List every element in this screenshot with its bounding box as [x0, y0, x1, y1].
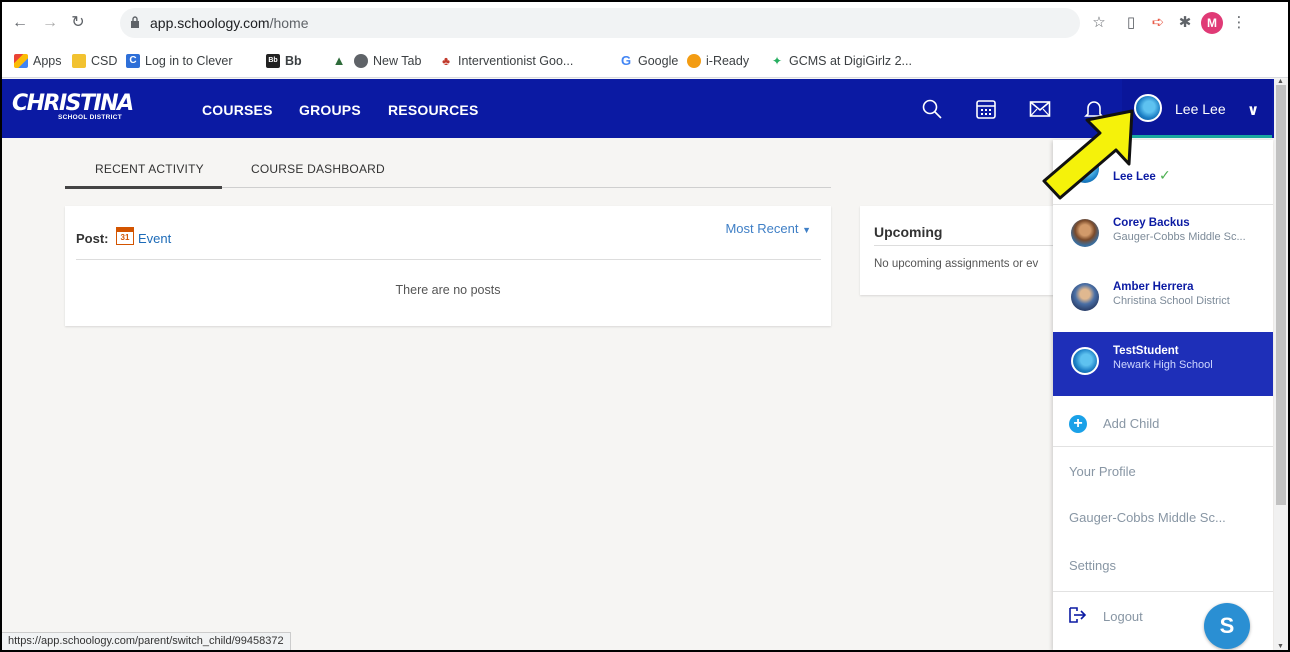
add-circle-icon: + [1069, 415, 1087, 433]
sort-label: Most Recent [725, 221, 799, 236]
interventionist-icon: ♣ [442, 54, 450, 68]
tab-recent-activity[interactable]: RECENT ACTIVITY [95, 162, 204, 176]
school-link[interactable]: Gauger-Cobbs Middle Sc... [1069, 510, 1226, 525]
address-bar[interactable]: app.schoology.com/home [120, 8, 1080, 38]
avatar [1071, 347, 1099, 375]
lock-icon [131, 16, 139, 28]
chevron-down-icon: ∨ [1247, 102, 1260, 119]
reload-icon[interactable]: ↻ [68, 13, 88, 33]
avatar [1071, 219, 1099, 247]
avatar [1071, 283, 1099, 311]
tab-active-underline [65, 186, 222, 189]
user-menu-toggle[interactable]: Lee Lee ∨ [1122, 79, 1272, 138]
menu-kebab-icon[interactable]: ⋮ [1228, 12, 1250, 34]
district-logo[interactable]: CHRISTINA SCHOOL DISTRICT [12, 93, 152, 127]
browser-toolbar: ← → ↻ app.schoology.com/home ☆ ▯ ➪ ✱ M ⋮ [2, 2, 1288, 44]
extension-shield-icon[interactable]: ▯ [1120, 12, 1142, 34]
browser-window: ← → ↻ app.schoology.com/home ☆ ▯ ➪ ✱ M ⋮… [2, 2, 1288, 650]
bookmark-google[interactable]: G Google [619, 53, 678, 69]
folder-icon [72, 54, 86, 68]
bookmark-apps[interactable]: Apps [14, 53, 62, 69]
bookmark-interventionist[interactable]: ♣ Interventionist Goo... [439, 53, 573, 69]
google-icon: G [620, 53, 632, 68]
bookmark-csd[interactable]: CSD [72, 53, 117, 69]
bookmark-new-tab[interactable]: New Tab [354, 53, 421, 69]
url-text: app.schoology.com/home [150, 15, 309, 31]
switch-user-amber-herrera[interactable]: Amber Herrera Christina School District [1053, 268, 1273, 332]
nav-resources[interactable]: RESOURCES [388, 102, 478, 118]
switch-user-teststudent[interactable]: TestStudent Newark High School [1053, 332, 1273, 396]
scroll-up-icon[interactable]: ▲ [1277, 78, 1284, 85]
bookmark-tree[interactable]: ▲ [332, 53, 346, 69]
settings-link[interactable]: Settings [1069, 558, 1116, 573]
nav-courses[interactable]: COURSES [202, 102, 273, 118]
bookmarks-bar: Apps CSD C Log in to Clever Bb Bb ▲ New Ta… [2, 44, 1288, 78]
calendar-icon[interactable] [974, 97, 998, 121]
divider [874, 245, 1056, 246]
user-avatar [1134, 94, 1162, 122]
link-status-bar: https://app.schoology.com/parent/switch_… [2, 632, 291, 650]
back-arrow-icon[interactable]: ← [10, 13, 30, 33]
page-scrollbar[interactable]: ▲ ▼ [1274, 78, 1288, 650]
globe-icon [354, 54, 368, 68]
divider [76, 259, 821, 260]
clever-icon: C [126, 54, 140, 68]
event-link[interactable]: Event [138, 231, 171, 246]
extension-arrow-icon[interactable]: ➪ [1147, 12, 1169, 34]
caret-down-icon: ▼ [802, 225, 811, 235]
search-icon[interactable] [920, 97, 944, 121]
activity-tabs: RECENT ACTIVITY COURSE DASHBOARD [65, 162, 831, 189]
divider [1053, 591, 1273, 592]
profile-avatar[interactable]: M [1201, 12, 1223, 34]
your-profile-link[interactable]: Your Profile [1069, 464, 1136, 479]
forward-arrow-icon[interactable]: → [40, 13, 60, 33]
bookmark-digigirlz[interactable]: ✦ GCMS at DigiGirlz 2... [770, 53, 912, 69]
divider [1053, 446, 1273, 447]
switch-user-corey-backus[interactable]: Corey Backus Gauger-Cobbs Middle Sc... [1053, 204, 1273, 268]
nav-groups[interactable]: GROUPS [299, 102, 361, 118]
post-label: Post: [76, 231, 109, 246]
logout-icon [1069, 607, 1087, 623]
blackboard-icon: Bb [266, 54, 280, 68]
scroll-down-icon[interactable]: ▼ [1277, 643, 1284, 650]
digigirlz-icon: ✦ [771, 54, 783, 68]
apps-grid-icon [14, 54, 28, 68]
user-switcher-dropdown: Lee Lee ✓ Corey Backus Gauger-Cobbs Midd… [1053, 140, 1273, 650]
sort-dropdown[interactable]: Most Recent ▼ [725, 221, 811, 236]
puzzle-icon[interactable]: ✱ [1174, 12, 1196, 34]
upcoming-card: Upcoming No upcoming assignments or ev [860, 206, 1056, 295]
person-name: Amber Herrera [1113, 281, 1194, 293]
scroll-thumb[interactable] [1276, 85, 1286, 505]
empty-feed-text: There are no posts [395, 283, 501, 297]
tab-course-dashboard[interactable]: COURSE DASHBOARD [251, 162, 385, 176]
upcoming-empty-text: No upcoming assignments or ev [874, 258, 1039, 270]
user-name: Lee Lee [1175, 101, 1226, 117]
upcoming-title: Upcoming [874, 224, 943, 240]
check-icon: ✓ [1159, 167, 1171, 183]
add-child-link[interactable]: Add Child [1103, 416, 1159, 431]
person-name: Corey Backus [1113, 217, 1190, 229]
calendar-event-icon[interactable]: 31 [116, 227, 134, 245]
person-school: Newark High School [1113, 359, 1213, 371]
feed-card: Post: 31 Event Most Recent ▼ There are n… [65, 206, 831, 326]
person-school: Christina School District [1113, 295, 1230, 307]
bookmark-clever[interactable]: C Log in to Clever [126, 53, 233, 69]
person-name: TestStudent [1113, 345, 1179, 357]
person-school: Gauger-Cobbs Middle Sc... [1113, 231, 1246, 243]
active-indicator [1122, 135, 1272, 138]
iready-icon [687, 54, 701, 68]
logout-link[interactable]: Logout [1103, 609, 1143, 624]
annotation-arrow-icon [1042, 109, 1134, 200]
schoology-chat-button[interactable]: S [1204, 603, 1250, 649]
star-icon[interactable]: ☆ [1088, 12, 1110, 34]
tree-icon: ▲ [332, 53, 346, 68]
bookmark-iready[interactable]: i-Ready [687, 53, 749, 69]
bookmark-bb[interactable]: Bb Bb [266, 53, 302, 69]
